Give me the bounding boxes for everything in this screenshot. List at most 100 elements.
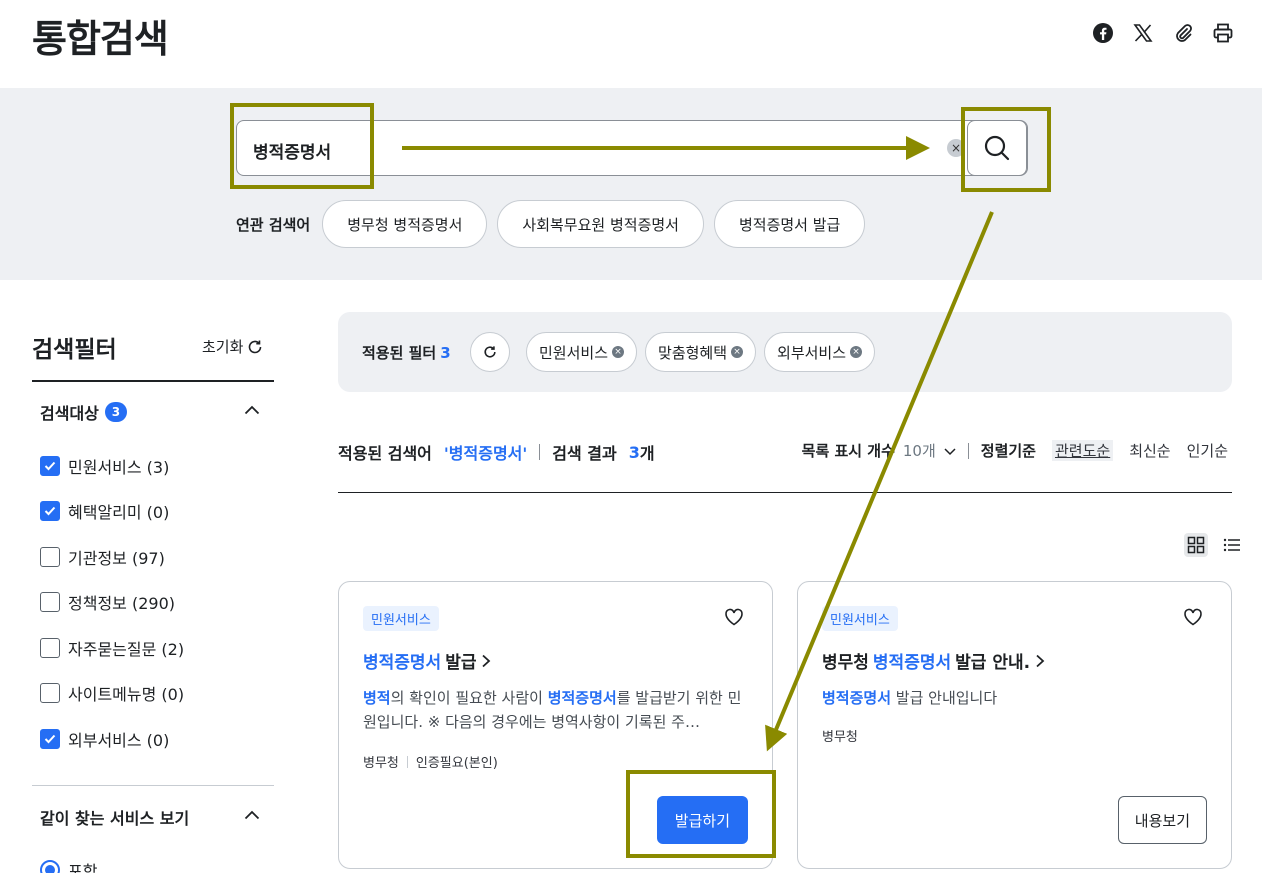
sort-label: 정렬기준 <box>980 442 1036 460</box>
checkbox-item[interactable]: 기관정보 (97) <box>40 545 165 569</box>
card-meta: 병무청 <box>822 726 858 745</box>
related-chip[interactable]: 병무청 병적증명서 <box>322 200 488 248</box>
applied-chip-label: 외부서비스 <box>777 343 847 362</box>
chevron-up-icon[interactable] <box>244 808 260 822</box>
card-title[interactable]: 병무청 병적증명서 발급 안내. <box>822 648 1046 673</box>
filter-reset-button[interactable]: 초기화 <box>202 336 263 357</box>
applied-chip[interactable]: 맞춤형혜택 × <box>645 332 757 372</box>
applied-chip[interactable]: 민원서비스 × <box>526 332 638 372</box>
search-input[interactable]: 병적증명서 × <box>236 120 1028 176</box>
card-title-highlight: 병적증명서 <box>363 653 442 673</box>
checkbox-label: 민원서비스 (3) <box>68 458 170 477</box>
meta-divider <box>406 755 408 768</box>
page-size-select[interactable]: 10개 <box>903 440 936 461</box>
clear-search-icon[interactable]: × <box>947 139 965 157</box>
section-related-services[interactable]: 같이 찾는 서비스 보기 <box>40 805 189 829</box>
desc-text: 의 확인이 필요한 사람이 <box>390 689 548 707</box>
result-label: 검색 결과 <box>552 444 617 463</box>
radio-item[interactable]: 포함 <box>40 858 97 873</box>
list-view-icon[interactable] <box>1220 533 1244 557</box>
applied-reset-button[interactable] <box>470 332 510 372</box>
checkbox-label: 자주묻는질문 (2) <box>68 640 185 659</box>
sort-bar: 목록 표시 개수 10개 정렬기준 관련도순 최신순 인기순 <box>802 440 1228 461</box>
checkbox-item[interactable]: 자주묻는질문 (2) <box>40 636 184 660</box>
attach-icon[interactable] <box>1172 22 1194 44</box>
search-query[interactable]: 병적증명서 <box>253 138 331 163</box>
x-twitter-icon[interactable] <box>1132 22 1154 44</box>
checkbox-label: 기관정보 (97) <box>68 549 165 568</box>
sort-popular[interactable]: 인기순 <box>1187 440 1228 461</box>
section-search-target[interactable]: 검색대상 3 <box>40 400 127 424</box>
card-agency: 병무청 <box>822 730 858 745</box>
chevron-up-icon[interactable] <box>244 403 260 417</box>
page-size-label: 목록 표시 개수 <box>801 442 895 460</box>
card-title[interactable]: 병적증명서 발급 <box>363 648 492 673</box>
results-summary: 적용된 검색어 '병적증명서' 검색 결과 3개 <box>338 440 655 464</box>
search-button[interactable] <box>967 120 1027 176</box>
checkbox-item[interactable]: 외부서비스 (0) <box>40 727 169 751</box>
count-badge: 3 <box>104 402 127 422</box>
desc-highlight: 병적증명서 <box>547 689 617 707</box>
checkbox-checked[interactable] <box>40 729 60 749</box>
grid-view-icon[interactable] <box>1184 533 1208 557</box>
checkbox-item[interactable]: 민원서비스 (3) <box>40 454 169 478</box>
applied-chip-list: 민원서비스 × 맞춤형혜택 × 외부서비스 × <box>526 332 876 372</box>
checkbox-unchecked[interactable] <box>40 547 60 567</box>
desc-highlight: 병적 <box>363 689 391 707</box>
issue-button[interactable]: 발급하기 <box>656 796 748 844</box>
remove-chip-icon[interactable]: × <box>612 346 625 358</box>
checkbox-item[interactable]: 혜택알리미 (0) <box>40 499 169 523</box>
heart-icon[interactable] <box>724 608 744 626</box>
related-chip[interactable]: 병적증명서 발급 <box>713 200 866 248</box>
filter-reset-label: 초기화 <box>202 338 244 356</box>
card-agency: 병무청 <box>363 756 399 771</box>
checkbox-unchecked[interactable] <box>40 683 60 703</box>
applied-filters-bar: 적용된 필터 3 민원서비스 × 맞춤형혜택 × 외부서비스 × <box>338 312 1232 392</box>
refresh-icon <box>249 340 262 353</box>
facebook-icon[interactable] <box>1092 22 1114 44</box>
checkbox-item[interactable]: 사이트메뉴명 (0) <box>40 681 184 705</box>
related-keywords-label: 연관 검색어 <box>236 215 311 234</box>
checkbox-unchecked[interactable] <box>40 638 60 658</box>
result-card[interactable]: 민원서비스 병적증명서 발급 병적의 확인이 필요한 사람이 병적증명서를 발급… <box>338 581 773 869</box>
view-details-button[interactable]: 내용보기 <box>1117 796 1207 844</box>
result-card[interactable]: 민원서비스 병무청 병적증명서 발급 안내. 병적증명서 발급 안내입니다 병무… <box>797 581 1232 869</box>
sort-latest[interactable]: 최신순 <box>1129 440 1170 461</box>
radio-selected[interactable] <box>40 860 60 873</box>
card-category-tag: 민원서비스 <box>822 606 898 631</box>
page-title: 통합검색 <box>32 17 169 61</box>
checkbox-checked[interactable] <box>40 456 60 476</box>
heart-icon[interactable] <box>1183 608 1203 626</box>
view-toggle <box>1184 533 1244 557</box>
sort-relevance[interactable]: 관련도순 <box>1051 440 1114 461</box>
keyword-label: 적용된 검색어 <box>338 444 432 463</box>
applied-filters-label: 적용된 필터 3 <box>362 342 451 363</box>
section-divider <box>32 785 274 786</box>
checkbox-label: 혜택알리미 (0) <box>68 503 170 522</box>
radio-label: 포함 <box>68 862 98 873</box>
result-count: 3 <box>628 442 640 462</box>
checkbox-unchecked[interactable] <box>40 592 60 612</box>
magnifier-icon <box>984 135 1010 161</box>
chevron-right-icon <box>482 654 491 667</box>
refresh-icon <box>484 346 496 358</box>
card-title-text: 발급 <box>445 653 477 673</box>
print-icon[interactable] <box>1212 22 1234 44</box>
applied-chip[interactable]: 외부서비스 × <box>764 332 876 372</box>
remove-chip-icon[interactable]: × <box>850 346 863 358</box>
remove-chip-icon[interactable]: × <box>731 346 744 358</box>
related-chip[interactable]: 사회복무요원 병적증명서 <box>497 200 704 248</box>
checkbox-label: 정책정보 (290) <box>68 594 175 613</box>
applied-label-text: 적용된 필터 <box>362 344 437 362</box>
related-keywords: 연관 검색어 병무청 병적증명서 사회복무요원 병적증명서 병적증명서 발급 <box>236 200 866 248</box>
card-title-highlight: 병적증명서 <box>872 653 952 673</box>
chevron-right-icon <box>1036 654 1045 667</box>
checkbox-item[interactable]: 정책정보 (290) <box>40 590 175 614</box>
filter-divider <box>32 380 274 382</box>
chevron-down-icon[interactable] <box>944 446 956 456</box>
checkbox-checked[interactable] <box>40 501 60 521</box>
card-title-prefix: 병무청 <box>822 653 869 673</box>
card-description: 병적증명서 발급 안내입니다 <box>822 686 1212 710</box>
applied-chip-label: 민원서비스 <box>539 343 609 362</box>
results-divider <box>338 492 1232 493</box>
